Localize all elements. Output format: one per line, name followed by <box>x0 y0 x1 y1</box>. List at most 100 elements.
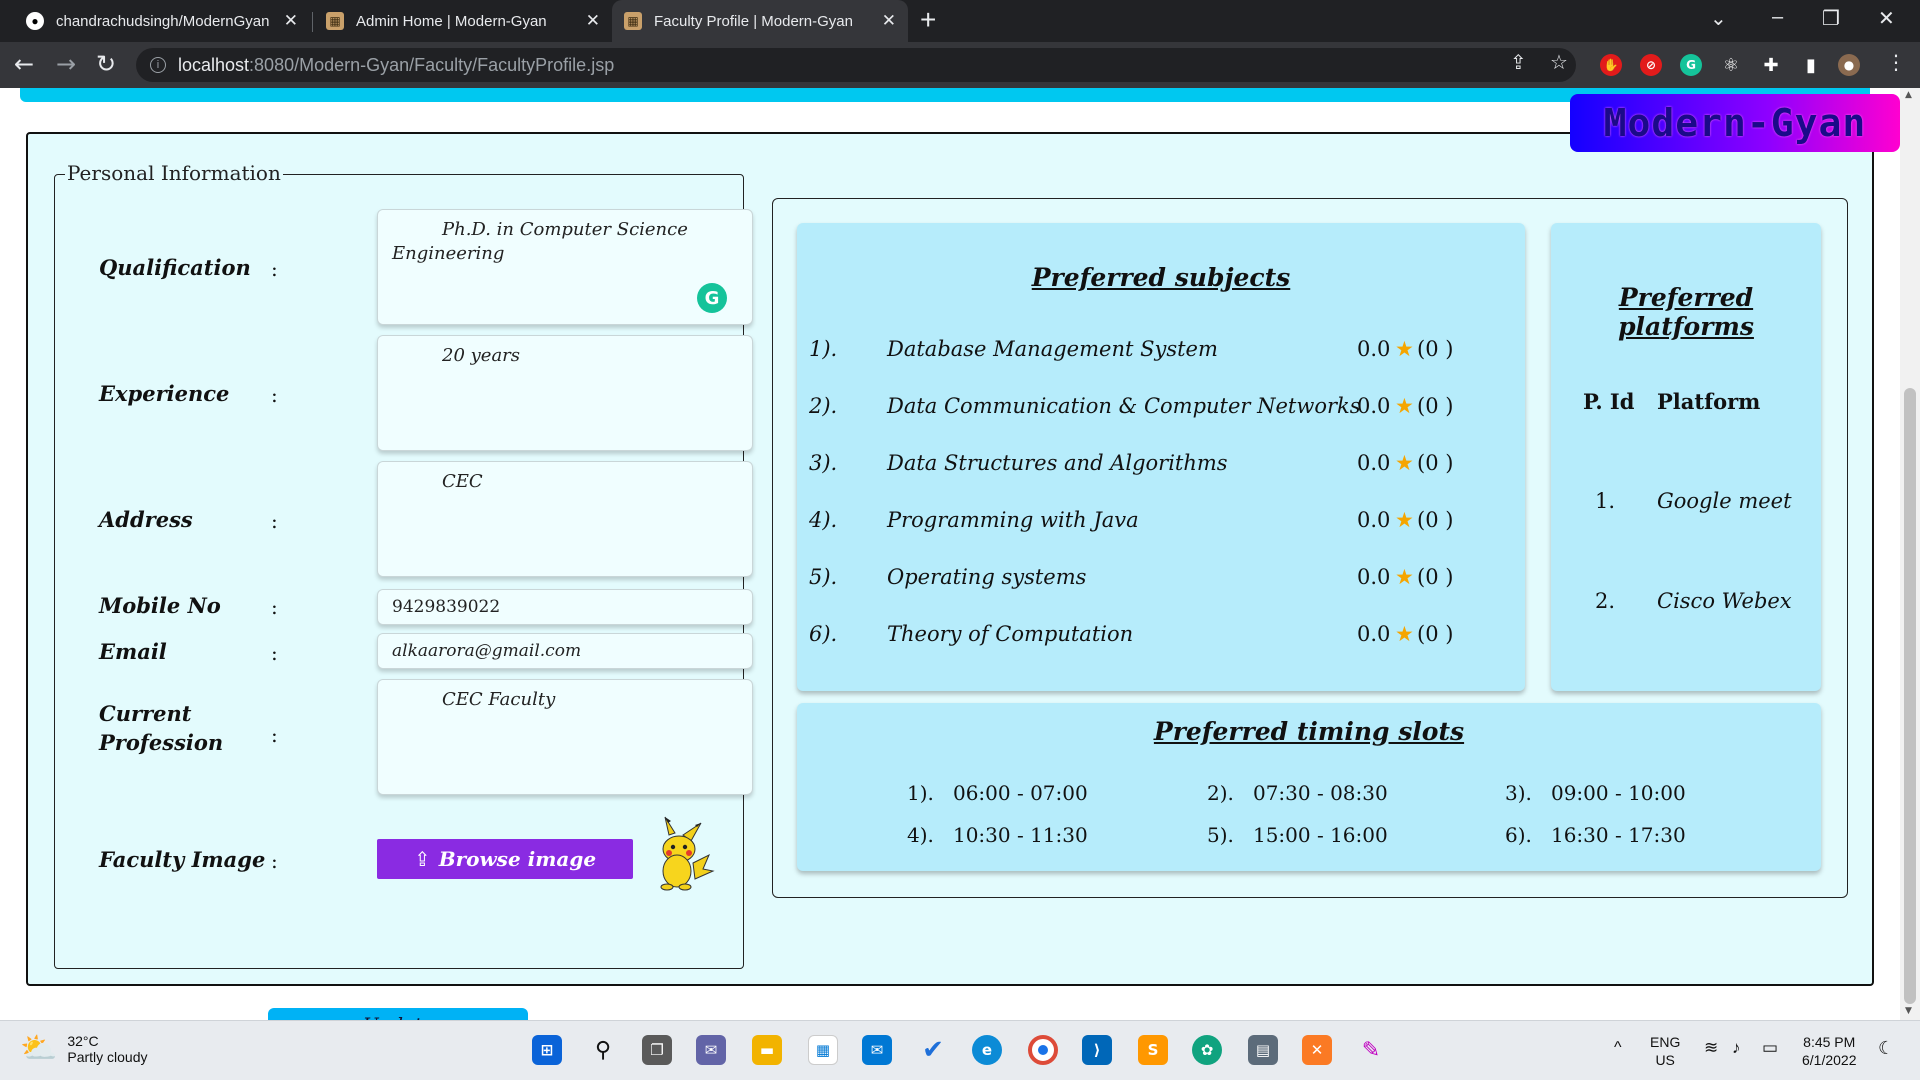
tab-faculty-profile[interactable]: ▦ Faculty Profile | Modern-Gyan ✕ <box>612 0 908 42</box>
tab-title: chandrachudsingh/ModernGyan <box>56 12 270 30</box>
faculty-image-label: Faculty Image <box>99 847 266 872</box>
address-textarea[interactable]: CEC <box>377 461 753 577</box>
toolbar: ← → ↻ i localhost :8080/Modern-Gyan/Facu… <box>0 42 1920 88</box>
subject-rating: 0.0 <box>1357 337 1391 361</box>
github-icon: ● <box>26 12 44 30</box>
mail-icon[interactable]: ✉ <box>862 1035 892 1065</box>
tab-admin-home[interactable]: ▦ Admin Home | Modern-Gyan ✕ <box>314 0 612 42</box>
platforms-title: Preferred platforms <box>1618 283 1754 341</box>
preferred-timing-panel: Preferred timing slots 1). 06:00 - 07:00… <box>797 703 1821 871</box>
star-icon: ★ <box>1395 508 1414 532</box>
extension-react-icon[interactable]: ⚛ <box>1720 54 1742 76</box>
vscode-icon[interactable]: ⟩ <box>1082 1035 1112 1065</box>
region-code: US <box>1655 1052 1675 1068</box>
update-button[interactable]: Update <box>268 1008 528 1020</box>
window-close-icon[interactable]: ✕ <box>1878 6 1895 31</box>
site-info-icon[interactable]: i <box>150 57 166 73</box>
chrome-browser-icon[interactable] <box>1028 1035 1058 1065</box>
profession-textarea[interactable]: CEC Faculty <box>377 679 753 795</box>
share-icon[interactable]: ⇪ <box>1510 50 1527 74</box>
teams-chat-icon[interactable]: ✉ <box>696 1035 726 1065</box>
tab-divider <box>312 12 313 32</box>
browse-image-button[interactable]: ⇪ Browse image <box>377 839 633 879</box>
subject-index: 4). <box>809 508 838 532</box>
subject-rating: 0.0 <box>1357 565 1391 589</box>
colon: : <box>271 509 278 533</box>
slot-index: 3). <box>1505 781 1532 805</box>
scrollbar-thumb[interactable] <box>1904 388 1916 1004</box>
subject-index: 1). <box>809 337 838 361</box>
side-panel-icon[interactable]: ▮ <box>1800 54 1822 76</box>
star-icon: ★ <box>1395 394 1414 418</box>
experience-textarea[interactable]: 20 years <box>377 335 753 451</box>
volume-icon[interactable]: ♪ <box>1732 1039 1741 1057</box>
mobile-input[interactable]: 9429839022 <box>377 589 753 625</box>
wifi-icon[interactable]: ≋ <box>1704 1039 1718 1057</box>
email-input[interactable]: alkaarora@gmail.com <box>377 633 753 669</box>
profile-avatar[interactable]: ● <box>1838 54 1860 76</box>
subject-rating-count: (0 ) <box>1417 565 1454 589</box>
microsoft-store-icon[interactable]: ▦ <box>808 1035 838 1065</box>
subjects-title: Preferred subjects <box>1031 263 1291 292</box>
edge-browser-icon[interactable]: e <box>972 1035 1002 1065</box>
brand-logo[interactable]: Modern-Gyan <box>1570 94 1900 152</box>
task-view-icon[interactable]: ❐ <box>642 1035 672 1065</box>
xampp-icon[interactable]: ✕ <box>1302 1035 1332 1065</box>
platform-name: Google meet <box>1657 489 1792 513</box>
language-code: ENG <box>1650 1034 1681 1050</box>
paint-pen-icon[interactable]: ✎ <box>1356 1035 1386 1065</box>
star-icon: ★ <box>1395 337 1414 361</box>
start-windows-icon[interactable]: ⊞ <box>532 1035 562 1065</box>
chatgpt-icon[interactable]: ✿ <box>1192 1035 1222 1065</box>
bookmark-star-icon[interactable]: ☆ <box>1550 50 1568 74</box>
calculator-icon[interactable]: ▤ <box>1248 1035 1278 1065</box>
language-indicator[interactable]: ENG US <box>1650 1033 1680 1069</box>
subject-name: Operating systems <box>887 565 1087 589</box>
clock[interactable]: 8:45 PM 6/1/2022 <box>1802 1033 1857 1069</box>
menu-kebab-icon[interactable]: ⋮ <box>1886 50 1906 74</box>
battery-icon[interactable]: ▭ <box>1762 1039 1778 1057</box>
clock-date: 6/1/2022 <box>1802 1052 1857 1068</box>
close-icon[interactable]: ✕ <box>882 11 896 31</box>
profession-label: Current Profession <box>99 701 224 755</box>
forward-arrow-icon[interactable]: → <box>56 50 76 78</box>
back-arrow-icon[interactable]: ← <box>14 50 34 78</box>
show-hidden-icons-chevron[interactable]: ^ <box>1614 1039 1622 1057</box>
colon: : <box>271 723 278 747</box>
extension-block-icon[interactable]: ⊘ <box>1640 54 1662 76</box>
notification-icon[interactable]: ☾ <box>1878 1039 1894 1057</box>
scroll-down-icon[interactable]: ▼ <box>1905 1006 1912 1016</box>
close-icon[interactable]: ✕ <box>284 11 298 31</box>
extensions-puzzle-icon[interactable]: ✚ <box>1760 54 1782 76</box>
weather-desc: Partly cloudy <box>67 1048 148 1065</box>
grammarly-icon[interactable]: G <box>697 283 727 313</box>
file-explorer-icon[interactable]: ▬ <box>752 1035 782 1065</box>
scroll-up-icon[interactable]: ▲ <box>1905 90 1912 100</box>
reload-icon[interactable]: ↻ <box>96 50 116 78</box>
close-icon[interactable]: ✕ <box>586 11 600 31</box>
colon: : <box>271 595 278 619</box>
address-bar[interactable]: i localhost :8080/Modern-Gyan/Faculty/Fa… <box>136 48 1576 82</box>
qualification-textarea[interactable]: Ph.D. in Computer Science Engineering <box>377 209 753 325</box>
new-tab-button[interactable]: + <box>920 4 936 36</box>
preferred-subjects-panel: Preferred subjects 1). Database Manageme… <box>797 223 1525 691</box>
todo-check-icon[interactable]: ✔ <box>918 1035 948 1065</box>
sublime-text-icon[interactable]: S <box>1138 1035 1168 1065</box>
site-favicon: ▦ <box>624 12 642 30</box>
tab-github[interactable]: ● chandrachudsingh/ModernGyan ✕ <box>14 0 310 42</box>
search-icon[interactable]: ⚲ <box>588 1035 618 1065</box>
slot-time: 09:00 - 10:00 <box>1550 781 1686 805</box>
tab-search-chevron-icon[interactable]: ⌄ <box>1710 6 1727 31</box>
subject-index: 2). <box>809 394 838 418</box>
maximize-icon[interactable]: ❐ <box>1822 6 1840 31</box>
vertical-scrollbar[interactable]: ▲ ▼ <box>1900 88 1920 1020</box>
minimize-icon[interactable]: – <box>1772 6 1783 29</box>
extension-adblock-icon[interactable]: ✋ <box>1600 54 1622 76</box>
colon: : <box>271 849 278 873</box>
extension-grammarly-icon[interactable]: G <box>1680 54 1702 76</box>
platform-id-header: P. Id <box>1583 389 1635 414</box>
subject-rating-count: (0 ) <box>1417 451 1454 475</box>
weather-widget[interactable]: ⛅ 32°C Partly cloudy <box>20 1031 148 1066</box>
star-icon: ★ <box>1395 622 1414 646</box>
timings-title: Preferred timing slots <box>1153 717 1465 746</box>
